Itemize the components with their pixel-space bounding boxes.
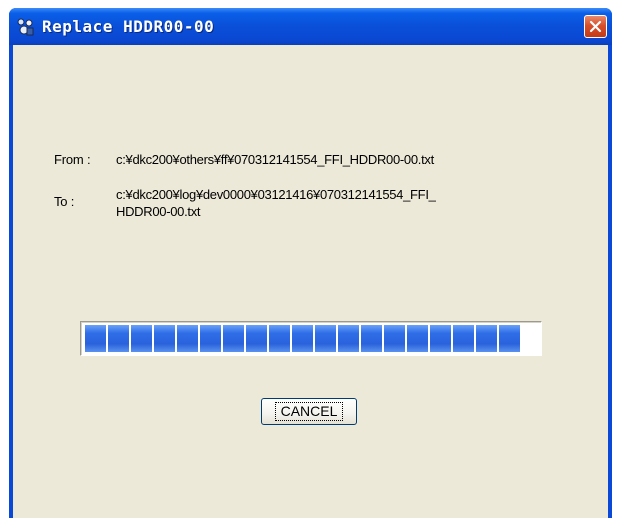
progress-segment [499,325,520,352]
dialog-window: Replace HDDR00-00 From : c:¥dkc200¥other… [9,8,612,518]
progress-bar [80,321,542,356]
close-button[interactable] [584,15,607,38]
progress-segment [338,325,359,352]
title-bar[interactable]: Replace HDDR00-00 [9,8,612,45]
to-path-line-2: HDDR00-00.txt [116,204,201,219]
progress-segment [476,325,497,352]
progress-segment [453,325,474,352]
from-path: c:¥dkc200¥others¥ff¥070312141554_FFI_HDD… [116,152,434,167]
dialog-body: From : c:¥dkc200¥others¥ff¥070312141554_… [13,45,608,518]
from-label: From : [54,152,91,167]
progress-segment [315,325,336,352]
progress-segment [246,325,267,352]
progress-segment [292,325,313,352]
progress-segment [407,325,428,352]
to-path-line-1: c:¥dkc200¥log¥dev0000¥03121416¥070312141… [116,187,436,202]
progress-segment [430,325,451,352]
cancel-button-label: CANCEL [274,402,344,421]
progress-segment [108,325,129,352]
window-title: Replace HDDR00-00 [42,17,215,36]
progress-segment [269,325,290,352]
close-icon [589,20,602,33]
to-path: c:¥dkc200¥log¥dev0000¥03121416¥070312141… [116,186,556,220]
progress-segment [85,325,106,352]
progress-segment [384,325,405,352]
progress-segment [361,325,382,352]
cancel-button[interactable]: CANCEL [261,398,357,425]
app-icon [16,18,34,36]
progress-segment [223,325,244,352]
progress-segment [154,325,175,352]
to-label: To : [54,194,75,209]
progress-segment [200,325,221,352]
progress-segment [131,325,152,352]
progress-segment [177,325,198,352]
